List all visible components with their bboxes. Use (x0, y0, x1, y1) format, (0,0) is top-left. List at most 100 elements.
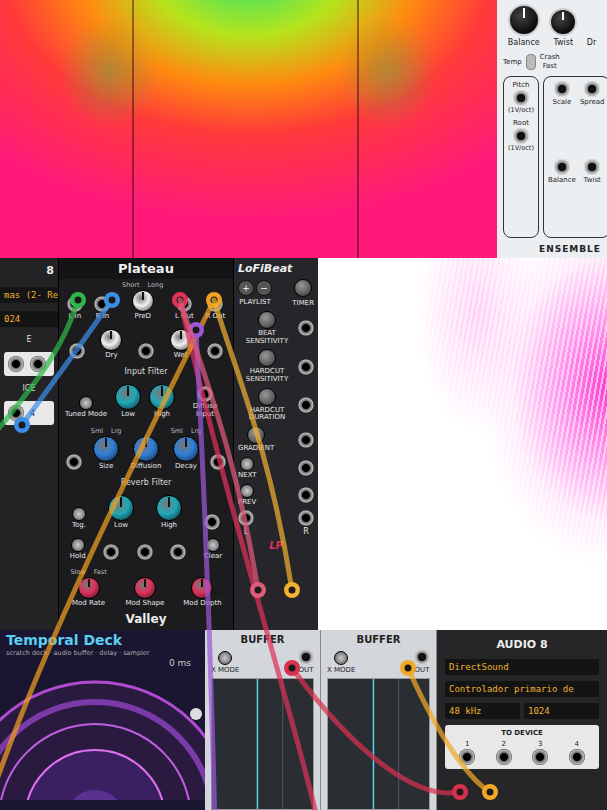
patch-cable[interactable] (172, 292, 320, 810)
jack[interactable] (210, 454, 226, 470)
platter[interactable] (0, 670, 205, 810)
toggle-switch[interactable] (526, 54, 536, 70)
jack[interactable] (513, 128, 529, 144)
knob[interactable] (134, 577, 156, 599)
jack-control[interactable] (204, 514, 220, 530)
knob[interactable] (132, 290, 154, 312)
output-port[interactable]: 1 (459, 740, 475, 765)
buffer-field[interactable]: 024 (0, 311, 58, 327)
knob-control[interactable]: SmlLrgDecay (171, 427, 202, 471)
jack-control[interactable]: R Out (205, 296, 225, 321)
push-button[interactable] (240, 484, 254, 498)
cable-plug[interactable] (188, 322, 204, 338)
jack[interactable] (69, 343, 85, 359)
knob[interactable] (247, 426, 265, 444)
input-jack[interactable]: Root(1V/oct) (508, 119, 534, 153)
mode-button[interactable] (218, 651, 232, 665)
jack[interactable] (513, 90, 529, 106)
knob-control[interactable]: High (156, 495, 182, 530)
output-jack[interactable] (238, 510, 254, 526)
jack[interactable] (8, 356, 24, 372)
patch-cable[interactable] (284, 660, 468, 800)
jack-control[interactable] (69, 343, 85, 359)
cable-plug[interactable] (482, 784, 498, 800)
knob[interactable] (258, 349, 276, 367)
patch-cable[interactable] (0, 292, 86, 440)
cable-plug[interactable] (400, 660, 416, 676)
mode-switch[interactable]: TempCrashFast (503, 53, 601, 70)
knob-control[interactable]: Mod Shape (126, 577, 165, 608)
jack-control[interactable] (66, 454, 82, 470)
knob-control[interactable]: Low (115, 384, 141, 419)
jack[interactable] (584, 81, 600, 97)
input-jack[interactable]: Spread (580, 81, 605, 155)
device-field[interactable]: Controlador primario de (445, 681, 599, 697)
device-field[interactable]: mas (2- Re (0, 287, 58, 303)
knob-control[interactable]: SmlLrgSize (91, 427, 122, 471)
jack[interactable] (138, 343, 154, 359)
knob[interactable] (549, 8, 577, 36)
knob[interactable] (108, 495, 134, 521)
jack-control[interactable]: L In (67, 296, 83, 321)
jack[interactable] (30, 356, 46, 372)
jack[interactable] (554, 81, 570, 97)
jack[interactable] (459, 749, 475, 765)
knob-control[interactable]: ShortLongPreD (122, 281, 163, 321)
output-port[interactable]: 3 (532, 740, 548, 765)
sample-rate-field[interactable]: 48 kHz (445, 703, 520, 719)
jack-control[interactable]: Diffuse Input (183, 386, 227, 418)
jack-control[interactable] (210, 454, 226, 470)
jack-control[interactable]: L Out (175, 296, 194, 321)
knob[interactable] (156, 495, 182, 521)
jack[interactable] (67, 296, 83, 312)
mode-button[interactable] (334, 651, 348, 665)
jack[interactable] (204, 514, 220, 530)
jack[interactable] (298, 432, 314, 448)
jack[interactable] (170, 544, 186, 560)
jack-control[interactable] (207, 343, 223, 359)
knob[interactable] (258, 388, 276, 406)
cable-plug[interactable] (172, 292, 188, 308)
jack-control[interactable] (138, 343, 154, 359)
platter-icon[interactable] (0, 670, 205, 800)
input-jack[interactable]: Balance (548, 159, 576, 233)
patch-cable[interactable] (14, 292, 120, 433)
cable-plug[interactable] (284, 660, 300, 676)
patch-cable[interactable] (188, 322, 215, 810)
knob[interactable] (258, 311, 276, 329)
cable-plug[interactable] (70, 292, 86, 308)
knob-control[interactable]: Wet (170, 329, 192, 360)
cable-plug[interactable] (452, 784, 468, 800)
output-jack[interactable] (298, 510, 314, 526)
ensemble-knob[interactable]: Balance (508, 4, 540, 47)
playlist-button[interactable]: − (256, 280, 272, 296)
playlist-button[interactable]: + (238, 280, 254, 296)
input-jack[interactable]: Twist (580, 159, 605, 233)
jack[interactable] (137, 544, 153, 560)
jack[interactable] (584, 159, 600, 175)
jack[interactable] (569, 749, 585, 765)
cable-plug[interactable] (14, 417, 30, 433)
push-button[interactable] (71, 538, 85, 552)
jack[interactable] (298, 487, 314, 503)
knob-control[interactable]: Dry (100, 329, 122, 360)
jack-control[interactable] (103, 544, 119, 560)
jack[interactable] (298, 320, 314, 336)
knob-control[interactable]: Low (108, 495, 134, 530)
knob[interactable] (173, 436, 199, 462)
push-button[interactable] (72, 507, 86, 521)
cable-plug[interactable] (104, 292, 120, 308)
jack-control[interactable] (137, 544, 153, 560)
knob[interactable] (100, 329, 122, 351)
push-button[interactable] (240, 457, 254, 471)
push-button[interactable] (79, 396, 93, 410)
cable-plug[interactable] (206, 292, 222, 308)
knob-control[interactable]: SlowFastMod Rate (70, 568, 106, 608)
jack[interactable] (66, 454, 82, 470)
patch-cable[interactable] (0, 292, 222, 800)
jack[interactable] (176, 296, 192, 312)
patch-cable[interactable] (400, 660, 498, 800)
jack[interactable] (554, 159, 570, 175)
knob-control[interactable]: Diffusion (131, 436, 162, 471)
knob[interactable] (93, 436, 119, 462)
